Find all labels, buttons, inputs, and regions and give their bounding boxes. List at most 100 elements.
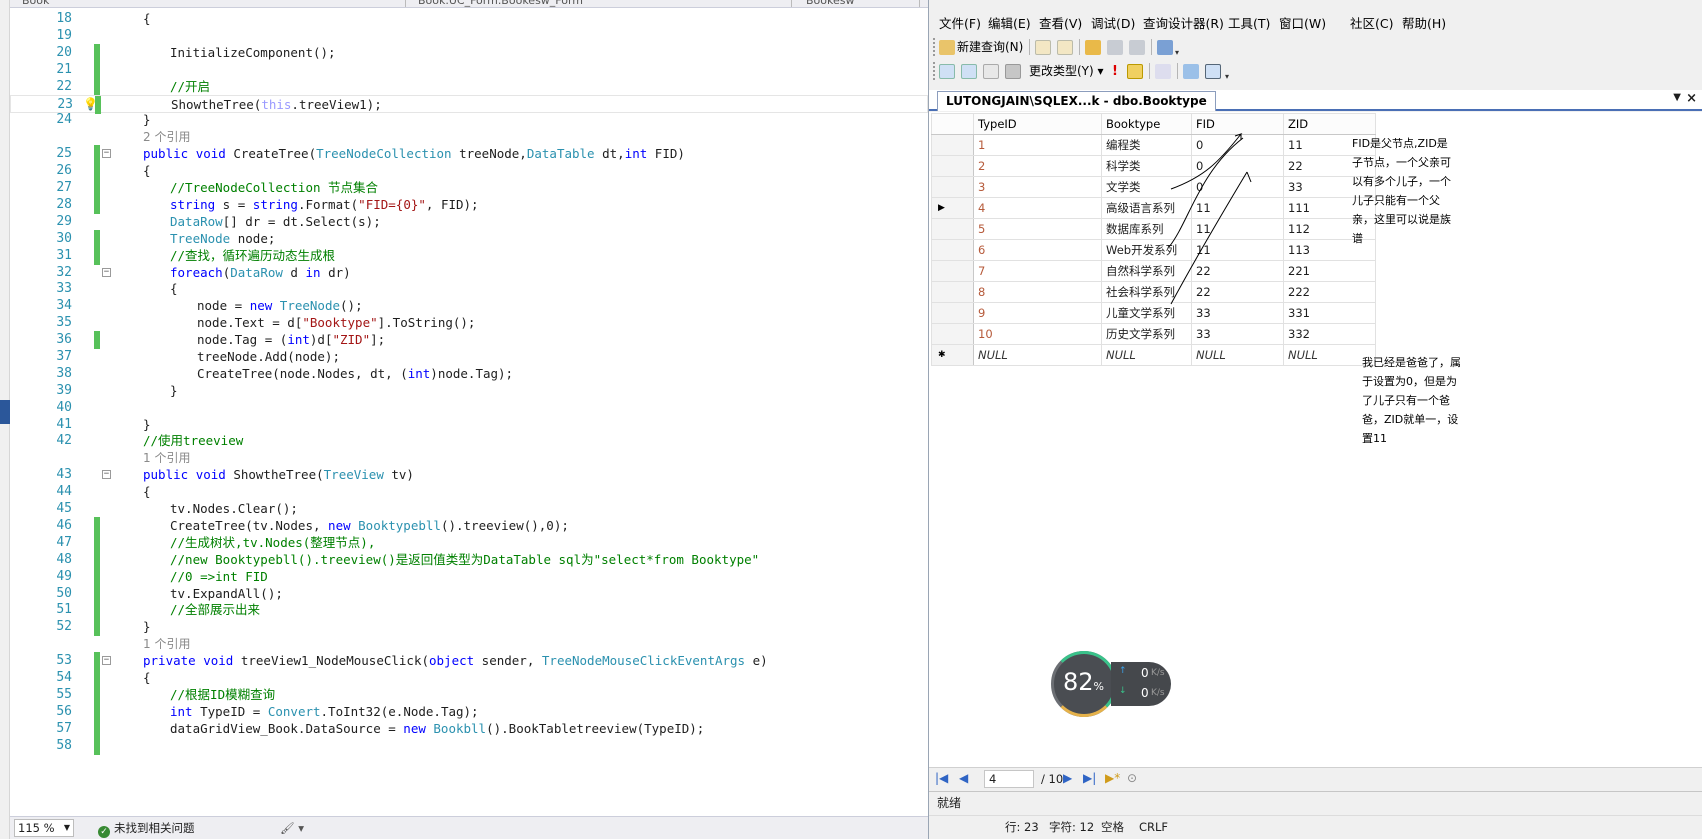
column-header[interactable]: TypeID — [973, 113, 1102, 135]
table-cell[interactable]: 0 — [1191, 134, 1284, 156]
criteria-pane-icon[interactable] — [961, 64, 977, 79]
new-row-selector[interactable]: ✱ — [931, 344, 974, 366]
toolbar-overflow-icon[interactable]: ▾ — [1225, 72, 1229, 81]
last-record-icon[interactable]: ▶| — [1083, 771, 1096, 785]
table-row[interactable]: 7 自然科学系列 22 221 — [931, 260, 1376, 282]
add-table-icon[interactable] — [1183, 64, 1199, 79]
tab-bookesw[interactable]: Bookesw — [800, 0, 920, 7]
codelens-references-text[interactable]: 2 个引用 — [143, 128, 190, 146]
table-cell[interactable]: 332 — [1283, 323, 1376, 345]
new-query-button[interactable]: 新建查询(N) — [957, 38, 1023, 56]
collapse-icon[interactable]: − — [102, 656, 111, 665]
codelens-references-text[interactable]: 1 个引用 — [143, 449, 190, 467]
null-cell[interactable]: NULL — [973, 344, 1102, 366]
next-record-icon[interactable]: ▶ — [1063, 771, 1072, 785]
results-pane-icon[interactable] — [1005, 64, 1021, 79]
codelens-references-text[interactable]: 1 个引用 — [143, 635, 190, 653]
folder-icon[interactable] — [1085, 40, 1101, 55]
table-row[interactable]: 2 科学类 0 22 — [931, 155, 1376, 177]
toolbar-overflow-icon[interactable]: ▾ — [1175, 48, 1179, 57]
table-row[interactable]: 3 文学类 0 33 — [931, 176, 1376, 198]
table-row[interactable]: 9 儿童文学系列 33 331 — [931, 302, 1376, 324]
table-cell[interactable]: 331 — [1283, 302, 1376, 324]
table-cell[interactable]: 33 — [1191, 323, 1284, 345]
activity-monitor-icon[interactable] — [1157, 40, 1173, 55]
table-cell[interactable]: 高级语言系列 — [1101, 197, 1192, 219]
row-selector[interactable] — [931, 239, 974, 261]
menu-item[interactable]: 工具(T) — [1228, 13, 1270, 32]
first-record-icon[interactable]: |◀ — [935, 771, 948, 785]
table-cell[interactable]: Web开发系列 — [1101, 239, 1192, 261]
table-cell[interactable]: 儿童文学系列 — [1101, 302, 1192, 324]
brush-icon[interactable]: 🖌 ▾ — [280, 817, 304, 839]
table-cell[interactable]: 222 — [1283, 281, 1376, 303]
add-file-icon[interactable] — [1057, 40, 1073, 55]
menu-item[interactable]: 窗口(W) — [1279, 13, 1326, 32]
column-header[interactable]: FID — [1191, 113, 1284, 135]
new-record-icon[interactable]: ▶* — [1105, 771, 1120, 785]
table-row[interactable]: 8 社会科学系列 22 222 — [931, 281, 1376, 303]
menu-item[interactable]: 帮助(H) — [1402, 13, 1446, 32]
table-cell[interactable]: 9 — [973, 302, 1102, 324]
table-cell[interactable]: 2 — [973, 155, 1102, 177]
close-icon[interactable]: × — [1686, 91, 1697, 106]
table-cell[interactable]: 5 — [973, 218, 1102, 240]
print-icon[interactable] — [1129, 40, 1145, 55]
table-cell[interactable]: 10 — [973, 323, 1102, 345]
open-file-icon[interactable] — [1035, 40, 1051, 55]
tab-booktype-table[interactable]: LUTONGJAIN\SQLEX...k - dbo.Booktype — [937, 91, 1216, 111]
previous-record-icon[interactable]: ◀ — [959, 771, 968, 785]
row-selector[interactable] — [931, 218, 974, 240]
collapse-icon[interactable]: − — [102, 470, 111, 479]
table-row[interactable]: 5 数据库系列 11 112 — [931, 218, 1376, 240]
menu-item[interactable]: 社区(C) — [1350, 13, 1393, 32]
table-cell[interactable]: 6 — [973, 239, 1102, 261]
menu-item[interactable]: 查看(V) — [1039, 13, 1082, 32]
results-grid[interactable]: TypeID Booktype FID ZID 1 编程类 0 11 2 科学类 0 22 3 文学类 0… — [931, 113, 1376, 366]
lightbulb-icon[interactable]: 💡 — [83, 98, 98, 111]
table-cell[interactable]: 11 — [1191, 239, 1284, 261]
row-selector[interactable] — [931, 323, 974, 345]
record-number-input[interactable]: 4 — [984, 770, 1034, 788]
table-cell[interactable]: 4 — [973, 197, 1102, 219]
table-cell[interactable]: 0 — [1191, 155, 1284, 177]
table-row[interactable]: 6 Web开发系列 11 113 — [931, 239, 1376, 261]
table-cell[interactable]: 33 — [1191, 302, 1284, 324]
menu-item[interactable]: 查询设计器(R) — [1143, 13, 1224, 32]
table-cell[interactable]: 22 — [1191, 281, 1284, 303]
table-cell[interactable]: 数据库系列 — [1101, 218, 1192, 240]
table-cell[interactable]: 221 — [1283, 260, 1376, 282]
table-cell[interactable]: 自然科学系列 — [1101, 260, 1192, 282]
execute-icon[interactable]: ! — [1107, 64, 1123, 79]
table-cell[interactable]: 历史文学系列 — [1101, 323, 1192, 345]
save-icon[interactable] — [1107, 40, 1123, 55]
column-header[interactable]: ZID — [1283, 113, 1376, 135]
table-cell[interactable]: 11 — [1191, 197, 1284, 219]
diagram-pane-icon[interactable] — [939, 64, 955, 79]
table-row[interactable]: ▶ 4 高级语言系列 11 111 — [931, 197, 1376, 219]
new-row[interactable]: ✱ NULL NULL NULL NULL — [931, 344, 1376, 366]
sql-pane-icon[interactable] — [983, 64, 999, 79]
row-selector[interactable] — [931, 176, 974, 198]
table-cell[interactable]: 7 — [973, 260, 1102, 282]
table-cell[interactable]: 文学类 — [1101, 176, 1192, 198]
zoom-select[interactable]: 115 % ▼ — [14, 819, 74, 837]
verify-sql-icon[interactable] — [1127, 64, 1143, 79]
row-selector[interactable]: ▶ — [931, 197, 974, 219]
table-row[interactable]: 10 历史文学系列 33 332 — [931, 323, 1376, 345]
table-row[interactable]: 1 编程类 0 11 — [931, 134, 1376, 156]
group-by-icon[interactable] — [1155, 64, 1171, 79]
null-cell[interactable]: NULL — [1101, 344, 1192, 366]
column-header[interactable]: Booktype — [1101, 113, 1192, 135]
network-speed-widget[interactable]: 82% ↑ 0 K/s ↓ 0 K/s — [1051, 651, 1173, 717]
collapse-icon[interactable]: − — [102, 268, 111, 277]
menu-item[interactable]: 编辑(E) — [988, 13, 1031, 32]
tab-list-dropdown-icon[interactable]: ▼ — [1673, 92, 1681, 103]
row-selector[interactable] — [931, 260, 974, 282]
row-selector[interactable] — [931, 281, 974, 303]
table-cell[interactable]: 22 — [1191, 260, 1284, 282]
row-selector[interactable] — [931, 155, 974, 177]
table-cell[interactable]: 8 — [973, 281, 1102, 303]
row-selector[interactable] — [931, 302, 974, 324]
stop-icon[interactable]: ⊙ — [1127, 771, 1137, 785]
